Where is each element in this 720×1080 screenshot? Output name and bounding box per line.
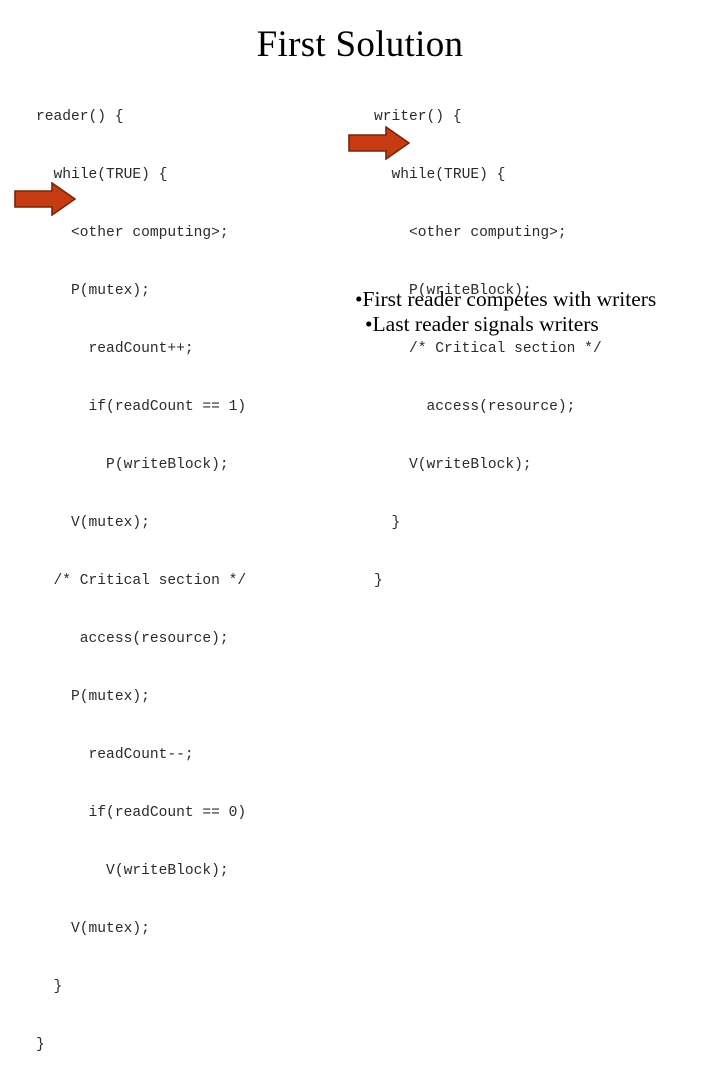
list-item-label: First reader competes with writers [362, 287, 657, 311]
code-line: readCount++; [36, 340, 194, 357]
list-item-label: Last reader signals writers [372, 311, 599, 336]
right-arrow-icon [348, 126, 410, 160]
code-line: access(resource); [36, 630, 229, 647]
code-line: access(resource); [374, 398, 576, 415]
slide-canvas: First Solution reader() { while(TRUE) { … [0, 0, 720, 1053]
page-title: First Solution [256, 24, 464, 65]
right-arrow-icon [14, 182, 76, 216]
code-line: P(writeBlock); [36, 456, 229, 473]
code-line: V(writeBlock); [36, 863, 229, 880]
code-line: /* Critical section */ [36, 572, 247, 589]
code-line: <other computing>; [36, 224, 229, 241]
code-line: /* Critical section */ [374, 340, 602, 357]
code-line: V(writeBlock); [374, 456, 532, 473]
list-item: •Last reader signals writers [355, 312, 705, 337]
code-line: } [36, 1037, 45, 1054]
code-line: } [374, 572, 383, 589]
bullet-icon: • [355, 287, 363, 311]
code-line: } [36, 979, 63, 996]
code-line: P(mutex); [36, 689, 150, 705]
code-line: P(mutex); [36, 282, 150, 299]
code-line: writer() { [374, 108, 462, 125]
code-line: if(readCount == 1) [36, 398, 247, 415]
code-line: if(readCount == 0) [36, 805, 247, 822]
code-line: } [374, 514, 401, 531]
reader-code-block: reader() { while(TRUE) { <other computin… [36, 69, 255, 1080]
code-line: V(mutex); [36, 921, 150, 938]
bullet-list: •First reader competes with writers •Las… [355, 287, 705, 336]
bullet-icon: • [365, 311, 373, 336]
code-line: V(mutex); [36, 514, 150, 531]
list-item: •First reader competes with writers [355, 287, 705, 312]
code-line: <other computing>; [374, 224, 567, 241]
code-line: reader() { [36, 108, 124, 125]
code-line: readCount--; [36, 747, 194, 764]
code-line: while(TRUE) { [374, 166, 506, 183]
